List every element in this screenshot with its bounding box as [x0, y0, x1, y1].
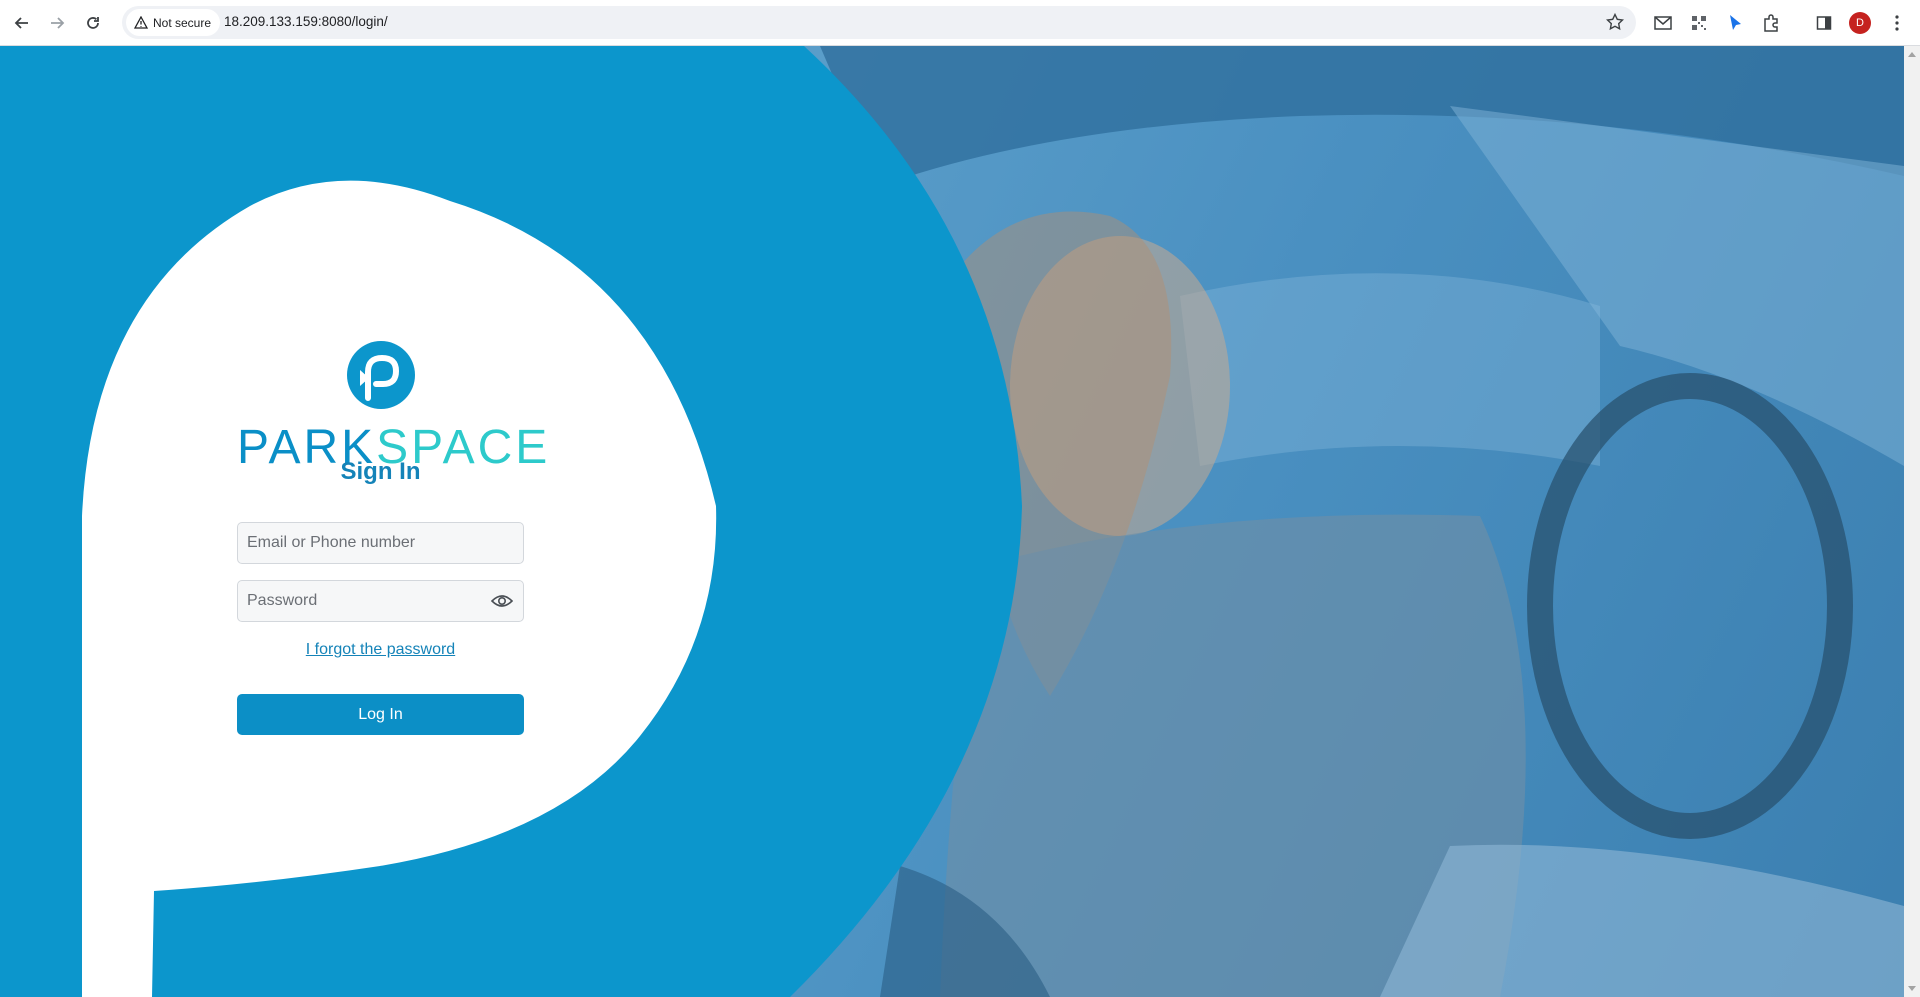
security-label: Not secure	[153, 15, 212, 30]
cursor-icon[interactable]	[1723, 11, 1747, 35]
qr-icon[interactable]	[1687, 11, 1711, 35]
scrollbar[interactable]	[1904, 46, 1920, 997]
avatar[interactable]: D	[1849, 12, 1871, 34]
forward-icon[interactable]	[44, 10, 70, 36]
email-field[interactable]: Email or Phone number	[237, 522, 524, 564]
star-icon[interactable]	[1605, 12, 1625, 36]
password-placeholder: Password	[247, 592, 318, 609]
scroll-up-icon[interactable]	[1908, 52, 1916, 57]
eye-icon[interactable]	[490, 592, 514, 615]
reload-icon[interactable]	[80, 10, 106, 36]
security-chip[interactable]: Not secure	[126, 9, 220, 36]
address-bar[interactable]: Not secure 18.209.133.159:8080/login/	[122, 6, 1636, 39]
extensions-icon[interactable]	[1759, 11, 1783, 35]
url-text[interactable]: 18.209.133.159:8080/login/	[224, 14, 388, 29]
warning-icon	[134, 15, 148, 29]
menu-icon[interactable]	[1885, 11, 1909, 35]
login-button[interactable]: Log In	[237, 694, 524, 735]
password-field[interactable]: Password	[237, 580, 524, 622]
browser-toolbar: Not secure 18.209.133.159:8080/login/ D	[0, 0, 1920, 46]
page-viewport: PARKSPACE Sign In Email or Phone number …	[0, 46, 1904, 997]
parkspace-logo-icon	[346, 340, 416, 410]
forgot-password-link[interactable]: I forgot the password	[237, 641, 524, 659]
sidepanel-icon[interactable]	[1812, 11, 1836, 35]
page-title: Sign In	[340, 458, 421, 485]
back-icon[interactable]	[9, 10, 35, 36]
email-placeholder: Email or Phone number	[247, 534, 416, 551]
gmail-icon[interactable]	[1651, 11, 1675, 35]
scroll-down-icon[interactable]	[1908, 986, 1916, 991]
